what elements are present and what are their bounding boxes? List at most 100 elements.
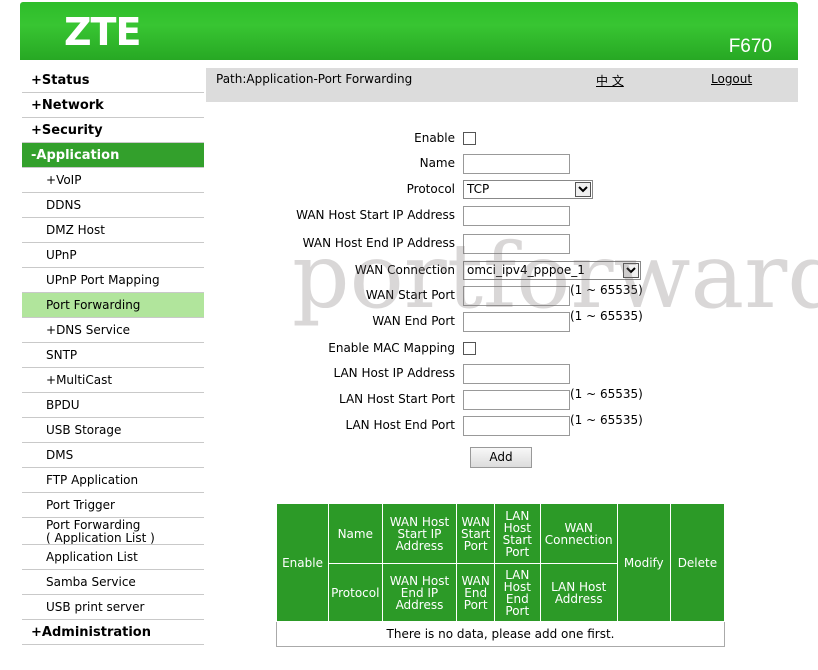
path-bar: Path:Application-Port Forwarding 中 文 Log… <box>206 68 798 102</box>
header-lan-host-end-port: LAN Host End Port <box>493 563 541 622</box>
name-input[interactable] <box>463 154 570 174</box>
lan-host-end-port-row: LAN Host End Port (1 ~ 65535) <box>206 413 798 436</box>
sidebar-item-label: Security <box>41 123 103 138</box>
sidebar-item-samba-service[interactable]: Samba Service <box>22 570 204 595</box>
wan-end-port-label: WAN End Port <box>372 314 455 328</box>
sidebar-item-application[interactable]: -Application <box>22 143 204 168</box>
sidebar-item-administration[interactable]: +Administration <box>22 620 204 645</box>
sidebar-item-label: Network <box>41 98 104 113</box>
sidebar-item-label: MultiCast <box>56 373 113 387</box>
sidebar-item-label: Administration <box>41 625 151 640</box>
sidebar-item-port-forwarding-application-list[interactable]: Port Forwarding( Application List ) <box>22 518 204 545</box>
wan-end-port-input[interactable] <box>463 312 570 332</box>
logout-link[interactable]: Logout <box>711 72 752 86</box>
sidebar-item-label: Samba Service <box>46 575 136 589</box>
sidebar-item-security[interactable]: +Security <box>22 118 204 143</box>
sidebar-item-label: Port Trigger <box>46 498 115 512</box>
sidebar-item-dmz-host[interactable]: DMZ Host <box>22 218 204 243</box>
name-row: Name <box>206 154 798 174</box>
port-range-hint: (1 ~ 65535) <box>570 387 643 401</box>
brand-logo: ZTE <box>64 10 141 54</box>
expand-icon: + <box>46 373 57 387</box>
sidebar-item-upnp-port-mapping[interactable]: UPnP Port Mapping <box>22 268 204 293</box>
sidebar-item-voip[interactable]: +VoIP <box>22 168 204 193</box>
header-lan-host-start-port: LAN Host Start Port <box>493 503 541 564</box>
add-button[interactable]: Add <box>470 447 532 468</box>
protocol-value: TCP <box>467 182 490 196</box>
sidebar-item-usb-storage[interactable]: USB Storage <box>22 418 204 443</box>
header-enable: Enable <box>275 503 330 622</box>
sidebar-item-label-line2: ( Application List ) <box>46 531 155 545</box>
expand-icon: + <box>31 73 42 88</box>
header-wan-connection: WAN Connection <box>539 503 618 564</box>
sidebar-item-bpdu[interactable]: BPDU <box>22 393 204 418</box>
sidebar-item-port-trigger[interactable]: Port Trigger <box>22 493 204 518</box>
port-range-hint: (1 ~ 65535) <box>570 309 643 323</box>
sidebar-item-upnp[interactable]: UPnP <box>22 243 204 268</box>
sidebar-item-application-list[interactable]: Application List <box>22 545 204 570</box>
sidebar-item-label: UPnP <box>46 248 77 262</box>
protocol-select[interactable]: TCP <box>463 180 593 199</box>
enable-mac-checkbox[interactable] <box>463 342 476 355</box>
header-wan-host-end-ip: WAN Host End IP Address <box>381 563 458 622</box>
sidebar-item-label: SNTP <box>46 348 78 362</box>
expand-icon: + <box>31 625 42 640</box>
sidebar-item-network[interactable]: +Network <box>22 93 204 118</box>
expand-icon: + <box>31 98 42 113</box>
sidebar: +Status +Network +Security -Application … <box>22 68 204 645</box>
wan-start-port-row: WAN Start Port (1 ~ 65535) <box>206 283 798 306</box>
wan-end-port-row: WAN End Port (1 ~ 65535) <box>206 309 798 332</box>
sidebar-item-label: FTP Application <box>46 473 139 487</box>
lan-host-start-port-row: LAN Host Start Port (1 ~ 65535) <box>206 387 798 410</box>
sidebar-item-sntp[interactable]: SNTP <box>22 343 204 368</box>
sidebar-item-multicast[interactable]: +MultiCast <box>22 368 204 393</box>
wan-host-end-ip-input[interactable] <box>463 234 570 254</box>
sidebar-item-label: DNS Service <box>56 323 131 337</box>
sidebar-item-label: UPnP Port Mapping <box>46 273 160 287</box>
lan-host-ip-label: LAN Host IP Address <box>333 366 455 380</box>
header-lan-host-address: LAN Host Address <box>539 563 618 622</box>
enable-checkbox[interactable] <box>463 132 476 145</box>
sidebar-item-ftp-application[interactable]: FTP Application <box>22 468 204 493</box>
lan-host-ip-input[interactable] <box>463 364 570 384</box>
enable-row: Enable <box>206 129 798 149</box>
sidebar-item-label: Status <box>41 73 90 88</box>
sidebar-item-label: Port Forwarding <box>46 518 141 532</box>
header-banner: ZTE F670 <box>20 2 798 60</box>
expand-icon: + <box>46 323 57 337</box>
lan-host-end-port-label: LAN Host End Port <box>345 418 455 432</box>
expand-icon: + <box>31 123 42 138</box>
lan-host-start-port-label: LAN Host Start Port <box>338 392 455 406</box>
expand-icon: + <box>46 173 57 187</box>
sidebar-item-ddns[interactable]: DDNS <box>22 193 204 218</box>
name-label: Name <box>419 156 455 170</box>
sidebar-item-usb-print-server[interactable]: USB print server <box>22 595 204 620</box>
sidebar-item-label: USB print server <box>46 600 145 614</box>
enable-label: Enable <box>414 131 455 145</box>
wan-start-port-label: WAN Start Port <box>365 288 455 302</box>
wan-connection-select[interactable]: omci_ipv4_pppoe_1 <box>463 261 641 280</box>
chevron-down-icon <box>623 263 639 278</box>
wan-start-port-input[interactable] <box>463 286 570 306</box>
lan-host-start-port-input[interactable] <box>463 390 570 410</box>
wan-connection-row: WAN Connection omci_ipv4_pppoe_1 <box>206 261 798 281</box>
wan-host-start-ip-input[interactable] <box>463 206 570 226</box>
sidebar-item-status[interactable]: +Status <box>22 68 204 93</box>
wan-connection-label: WAN Connection <box>354 263 455 277</box>
sidebar-item-label: Port Forwarding <box>46 298 141 312</box>
sidebar-item-label: BPDU <box>46 398 80 412</box>
header-modify: Modify <box>616 503 671 622</box>
header-wan-end-port: WAN End Port <box>456 563 495 622</box>
sidebar-item-label: Application <box>36 148 120 163</box>
sidebar-item-label: DDNS <box>46 198 82 212</box>
enable-mac-row: Enable MAC Mapping <box>206 339 798 359</box>
protocol-row: Protocol TCP <box>206 180 798 200</box>
sidebar-item-label: DMS <box>46 448 74 462</box>
sidebar-item-port-forwarding[interactable]: Port Forwarding <box>22 293 204 318</box>
lan-host-end-port-input[interactable] <box>463 416 570 436</box>
language-link[interactable]: 中 文 <box>596 72 624 89</box>
header-wan-start-port: WAN Start Port <box>456 503 495 564</box>
sidebar-item-label: USB Storage <box>46 423 122 437</box>
sidebar-item-dns-service[interactable]: +DNS Service <box>22 318 204 343</box>
sidebar-item-dms[interactable]: DMS <box>22 443 204 468</box>
